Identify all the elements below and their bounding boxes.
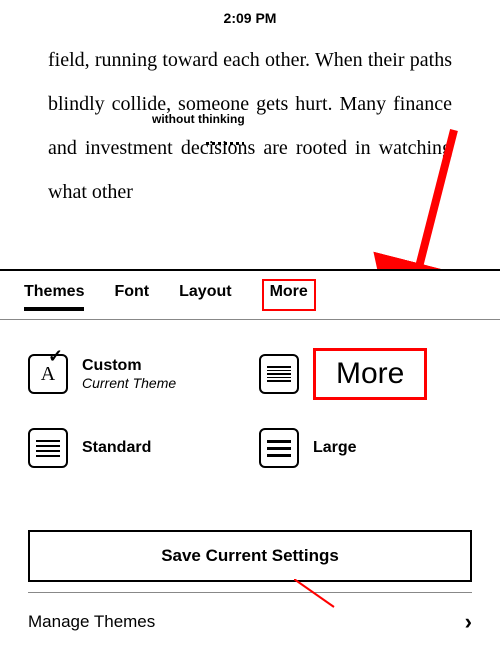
theme-standard-icon	[28, 428, 68, 468]
inline-annotation: without thinking	[152, 97, 245, 145]
theme-standard[interactable]: Standard	[28, 428, 241, 468]
theme-large-icon	[259, 428, 299, 468]
theme-large[interactable]: Large	[259, 428, 472, 468]
display-settings-panel: Themes Font Layout More ✓ Custom Current…	[0, 269, 500, 667]
themes-grid: ✓ Custom Current Theme More Standard	[0, 320, 500, 468]
more-callout: More	[313, 348, 427, 400]
theme-large-label: Large	[313, 439, 357, 457]
settings-tabs: Themes Font Layout More	[0, 271, 500, 320]
reading-text: field, running toward each other. When t…	[48, 49, 452, 203]
status-bar: 2:09 PM	[0, 0, 500, 32]
manage-themes-button[interactable]: Manage Themes ›	[0, 599, 500, 635]
checkmark-icon: ✓	[48, 346, 63, 367]
reading-area[interactable]: without thinking field, running toward e…	[0, 32, 500, 292]
annotation-underline	[206, 142, 244, 145]
theme-compact[interactable]: More	[259, 348, 472, 400]
divider	[28, 592, 472, 593]
theme-custom[interactable]: ✓ Custom Current Theme	[28, 348, 241, 400]
tab-font[interactable]: Font	[114, 283, 149, 311]
chevron-right-icon: ›	[465, 609, 472, 635]
save-settings-button[interactable]: Save Current Settings	[28, 530, 472, 582]
manage-themes-label: Manage Themes	[28, 612, 155, 632]
tab-more[interactable]: More	[262, 279, 316, 311]
theme-custom-label: Custom Current Theme	[82, 357, 176, 391]
tab-themes[interactable]: Themes	[24, 283, 84, 311]
theme-compact-icon	[259, 354, 299, 394]
theme-custom-icon: ✓	[28, 354, 68, 394]
tab-layout[interactable]: Layout	[179, 283, 231, 311]
annotation-text: without thinking	[152, 112, 245, 126]
clock: 2:09 PM	[224, 10, 277, 26]
theme-standard-label: Standard	[82, 439, 151, 457]
